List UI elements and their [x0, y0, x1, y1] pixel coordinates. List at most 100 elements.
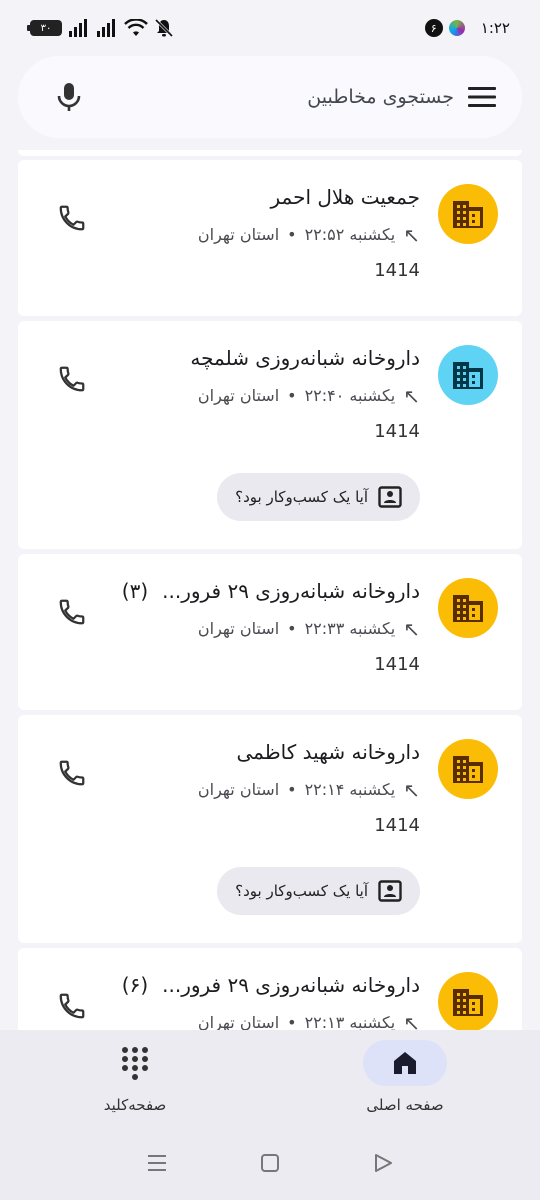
- call-location: استان تهران: [197, 780, 280, 799]
- call-location: استان تهران: [197, 619, 280, 638]
- call-details: ↖ یکشنبه ۲۲:۵۲ • استان تهران: [128, 224, 420, 246]
- call-count: (۶): [121, 973, 149, 997]
- call-button[interactable]: [54, 361, 90, 397]
- home-pill: [363, 1040, 447, 1086]
- search-input[interactable]: جستجوی مخاطبین: [307, 86, 454, 108]
- call-time: یکشنبه ۲۲:۱۴: [304, 780, 396, 799]
- chip-label: آیا یک کسب‌وکار بود؟: [235, 488, 368, 506]
- phone-icon: [59, 760, 85, 786]
- separator-dot: •: [287, 225, 297, 244]
- battery-level: ۳۰: [40, 22, 52, 34]
- nav-keypad[interactable]: صفحه‌کلید: [55, 1030, 215, 1114]
- phone-icon: [59, 366, 85, 392]
- outgoing-call-arrow-icon: ↖: [403, 384, 420, 408]
- avatar: [438, 184, 498, 244]
- nav-home-label: صفحه اصلی: [366, 1096, 444, 1114]
- call-log-item[interactable]: داروخانه شبانه‌روزی شلمچه ↖ یکشنبه ۲۲:۴۰…: [18, 321, 522, 549]
- status-icons: ۳۰: [27, 18, 174, 38]
- outgoing-call-arrow-icon: ↖: [403, 1011, 420, 1030]
- call-time: یکشنبه ۲۲:۱۳: [304, 1013, 396, 1030]
- call-time: یکشنبه ۲۲:۳۳: [304, 619, 396, 638]
- phone-icon: [59, 993, 85, 1019]
- business-icon: [453, 201, 483, 228]
- business-icon: [453, 362, 483, 389]
- call-log-item[interactable]: جمعیت هلال احمر ↖ یکشنبه ۲۲:۵۲ • استان ت…: [18, 160, 522, 316]
- contact-card-icon: [378, 486, 402, 508]
- call-history-list[interactable]: جمعیت هلال احمر ↖ یکشنبه ۲۲:۵۲ • استان ت…: [18, 150, 522, 1030]
- avatar: [438, 739, 498, 799]
- bottom-navigation: صفحه‌کلید صفحه اصلی: [0, 1030, 540, 1130]
- mic-icon: [57, 83, 81, 111]
- business-icon: [453, 756, 483, 783]
- phone-icon: [59, 205, 85, 231]
- avatar: [438, 345, 498, 405]
- notification-count-badge: ۶: [424, 19, 443, 37]
- contact-name: داروخانه شبانه‌روزی شلمچه: [190, 346, 420, 370]
- home-icon: [394, 1052, 416, 1074]
- outgoing-call-arrow-icon: ↖: [403, 617, 420, 641]
- call-button[interactable]: [54, 755, 90, 791]
- call-location: استان تهران: [197, 225, 280, 244]
- outgoing-call-arrow-icon: ↖: [403, 223, 420, 247]
- contact-name: داروخانه شبانه‌روزی ۲۹ فرور...(۶): [121, 973, 420, 997]
- contact-name: داروخانه شهید کاظمی: [236, 740, 420, 764]
- avatar: [438, 972, 498, 1030]
- call-location: استان تهران: [197, 386, 280, 405]
- status-right: ۶ ۱:۲۲: [424, 19, 510, 37]
- clock: ۱:۲۲: [480, 19, 510, 37]
- mute-bell-icon: [154, 18, 174, 38]
- contact-name: داروخانه شبانه‌روزی ۲۹ فرور...(۳): [121, 579, 420, 603]
- call-button[interactable]: [54, 988, 90, 1024]
- business-icon: [453, 595, 483, 622]
- separator-dot: •: [287, 619, 297, 638]
- phone-icon: [59, 599, 85, 625]
- call-location: استان تهران: [197, 1013, 280, 1030]
- search-bar[interactable]: جستجوی مخاطبین: [18, 56, 522, 138]
- menu-lines-icon: [147, 1155, 166, 1171]
- square-icon: [260, 1154, 279, 1172]
- status-bar: ۳۰ ۶ ۱:۲۲: [0, 0, 540, 56]
- back-button[interactable]: [373, 1153, 393, 1177]
- home-system-button[interactable]: [260, 1153, 280, 1177]
- separator-dot: •: [287, 1013, 297, 1030]
- dialpad-icon: [122, 1047, 148, 1080]
- call-button[interactable]: [54, 200, 90, 236]
- app-notification-icon: [448, 20, 465, 36]
- triangle-back-icon: [375, 1154, 393, 1172]
- battery-icon: ۳۰: [27, 20, 62, 36]
- nav-home[interactable]: صفحه اصلی: [325, 1030, 485, 1114]
- recents-button[interactable]: [147, 1154, 167, 1176]
- wifi-icon: [124, 19, 148, 36]
- separator-dot: •: [287, 386, 297, 405]
- avatar: [438, 578, 498, 638]
- outgoing-call-arrow-icon: ↖: [403, 778, 420, 802]
- menu-button[interactable]: [468, 86, 496, 108]
- separator-dot: •: [287, 780, 297, 799]
- previous-item-edge: [18, 150, 522, 156]
- phone-number: 1414: [374, 815, 420, 836]
- notification-count: ۶: [430, 21, 437, 35]
- nav-keypad-label: صفحه‌کلید: [103, 1096, 167, 1114]
- signal-icon-2: [97, 19, 115, 37]
- call-time: یکشنبه ۲۲:۵۲: [304, 225, 396, 244]
- call-details: ↖ یکشنبه ۲۲:۴۰ • استان تهران: [128, 385, 420, 407]
- call-log-item[interactable]: داروخانه شهید کاظمی ↖ یکشنبه ۲۲:۱۴ • است…: [18, 715, 522, 943]
- business-icon: [453, 989, 483, 1016]
- chip-label: آیا یک کسب‌وکار بود؟: [235, 882, 368, 900]
- phone-number: 1414: [374, 260, 420, 281]
- signal-icon: [69, 19, 87, 37]
- call-log-item[interactable]: داروخانه شبانه‌روزی ۲۹ فرور...(۳) ↖ یکشن…: [18, 554, 522, 710]
- phone-number: 1414: [374, 421, 420, 442]
- call-count: (۳): [121, 579, 149, 603]
- keypad-pill: [93, 1040, 177, 1086]
- business-feedback-chip[interactable]: آیا یک کسب‌وکار بود؟: [217, 473, 420, 521]
- call-details: ↖ یکشنبه ۲۲:۱۴ • استان تهران: [128, 779, 420, 801]
- call-log-item[interactable]: داروخانه شبانه‌روزی ۲۹ فرور...(۶) ↖ یکشن…: [18, 948, 522, 1030]
- business-feedback-chip[interactable]: آیا یک کسب‌وکار بود؟: [217, 867, 420, 915]
- call-button[interactable]: [54, 594, 90, 630]
- system-navigation-bar: [0, 1130, 540, 1200]
- mic-button[interactable]: [56, 82, 82, 112]
- phone-number: 1414: [374, 654, 420, 675]
- call-details: ↖ یکشنبه ۲۲:۱۳ • استان تهران: [128, 1012, 420, 1030]
- contact-card-icon: [378, 880, 402, 902]
